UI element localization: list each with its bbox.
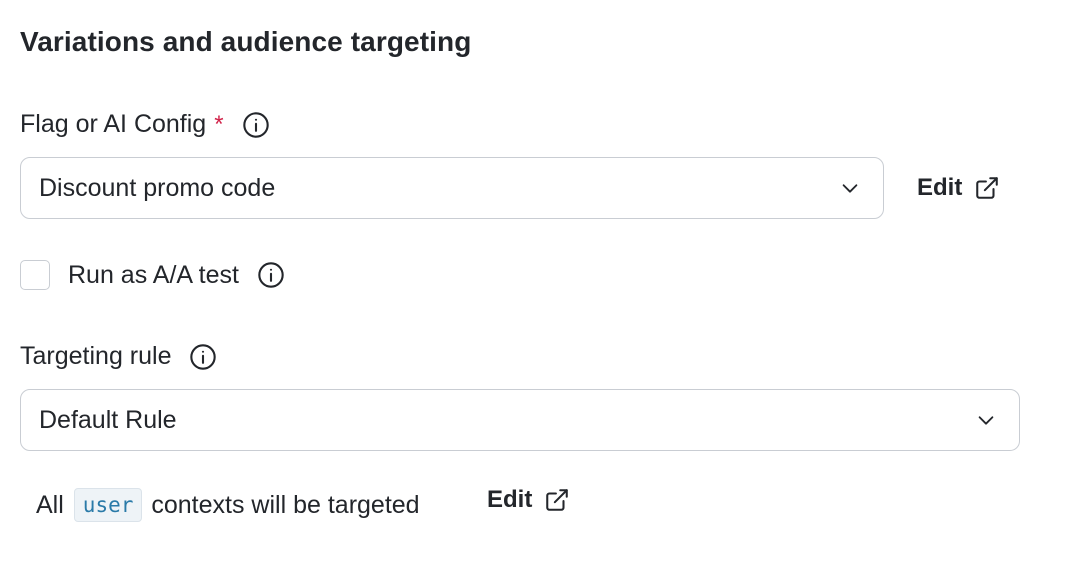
targeting-field-label-row: Targeting rule bbox=[20, 342, 217, 371]
info-circle-icon[interactable] bbox=[257, 261, 285, 289]
flag-field-label-row: Flag or AI Config * bbox=[20, 110, 270, 139]
context-edit-label: Edit bbox=[487, 486, 533, 513]
targeting-select[interactable]: Default Rule bbox=[20, 389, 1020, 451]
context-note: All user contexts will be targeted bbox=[36, 488, 420, 522]
flag-select[interactable]: Discount promo code bbox=[20, 157, 884, 219]
context-edit-link[interactable]: Edit bbox=[487, 486, 570, 514]
flag-edit-link[interactable]: Edit bbox=[917, 174, 1000, 202]
external-link-icon bbox=[544, 487, 570, 513]
flag-edit-label: Edit bbox=[917, 174, 963, 201]
context-note-prefix: All bbox=[36, 490, 64, 519]
flag-select-value: Discount promo code bbox=[39, 173, 276, 202]
context-kind-code: user bbox=[73, 488, 143, 522]
external-link-icon bbox=[974, 175, 1000, 201]
chevron-down-icon bbox=[839, 177, 861, 199]
aa-test-checkbox[interactable] bbox=[20, 260, 50, 290]
info-circle-icon[interactable] bbox=[242, 111, 270, 139]
aa-test-label[interactable]: Run as A/A test bbox=[68, 261, 239, 290]
context-note-suffix: contexts will be targeted bbox=[151, 490, 420, 519]
targeting-select-value: Default Rule bbox=[39, 405, 177, 434]
targeting-field-label: Targeting rule bbox=[20, 342, 172, 370]
aa-test-row: Run as A/A test bbox=[20, 260, 285, 290]
info-circle-icon[interactable] bbox=[189, 343, 217, 371]
section-title: Variations and audience targeting bbox=[20, 26, 472, 57]
required-marker: * bbox=[214, 110, 224, 138]
chevron-down-icon bbox=[975, 409, 997, 431]
flag-field-label: Flag or AI Config bbox=[20, 110, 207, 138]
